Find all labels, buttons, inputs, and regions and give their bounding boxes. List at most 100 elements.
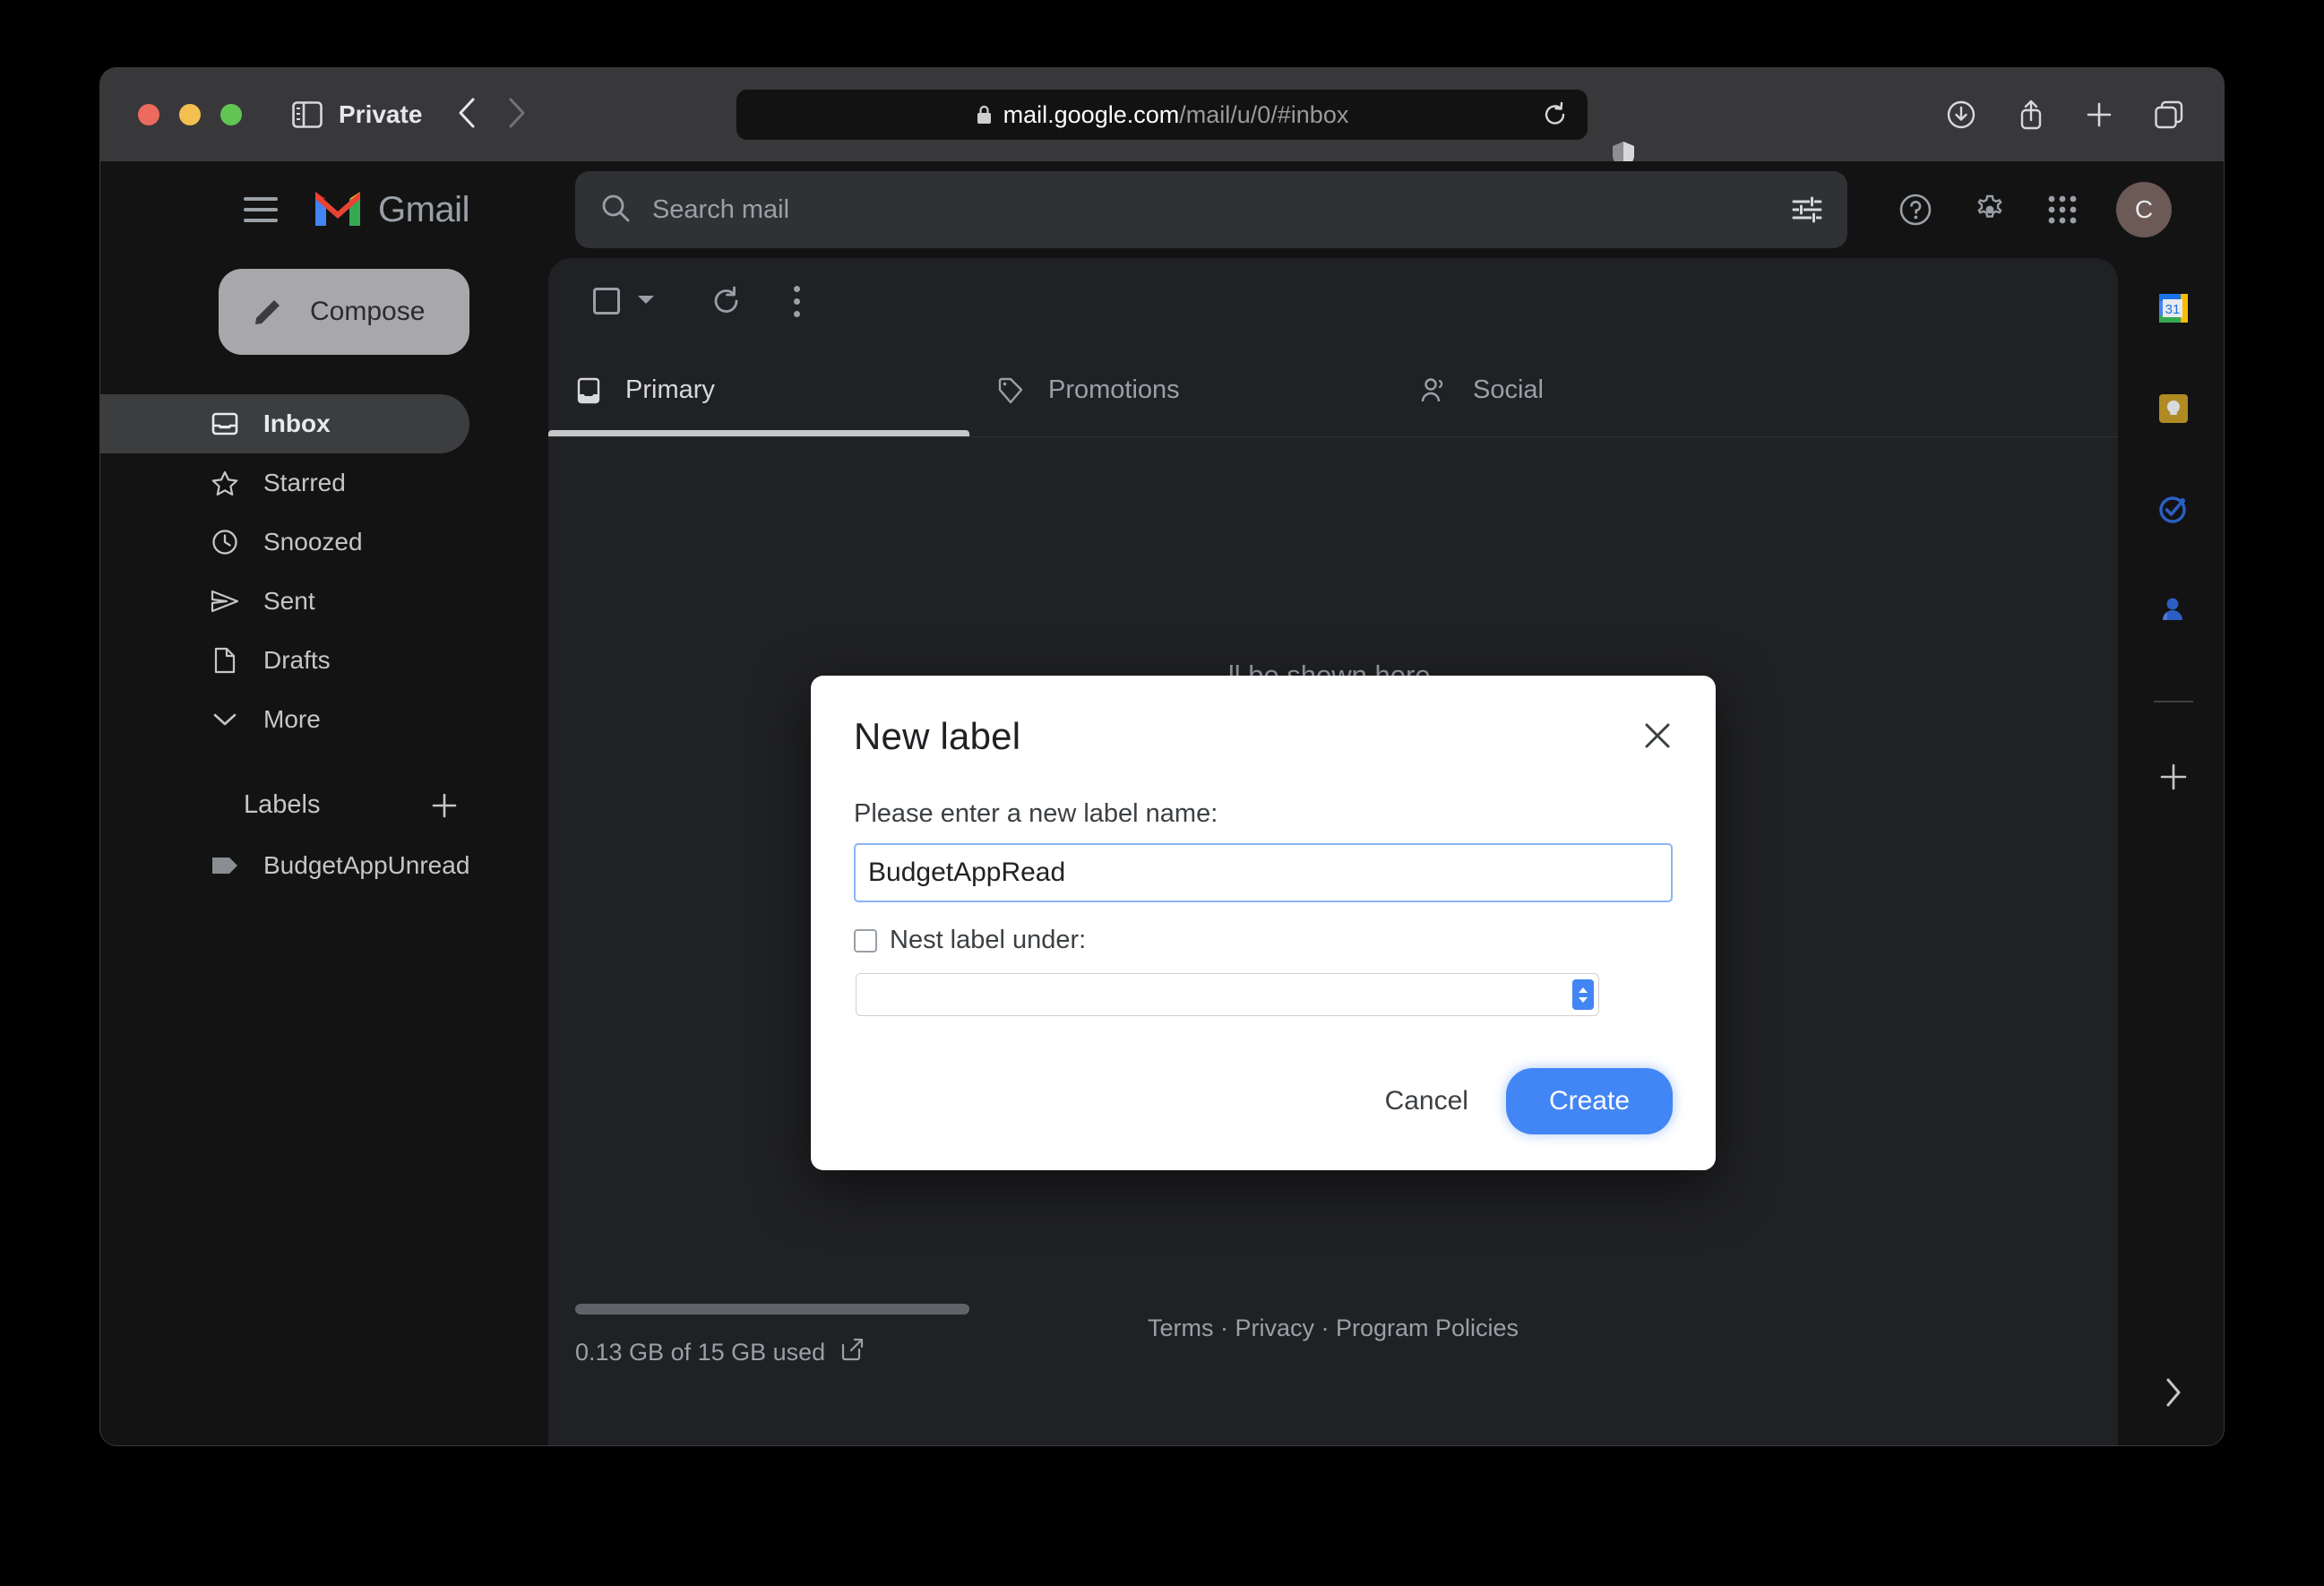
dialog-actions: Cancel Create <box>854 1068 1673 1134</box>
select-all-checkbox[interactable] <box>593 288 620 315</box>
mail-tabs: Primary Promotions <box>548 344 2118 437</box>
nest-parent-select-wrap <box>856 973 1599 1016</box>
sidebar-item-label: Snoozed <box>263 528 363 556</box>
reload-icon[interactable] <box>1543 101 1568 128</box>
sidebar-item-snoozed[interactable]: Snoozed <box>100 513 469 572</box>
address-bar-url: mail.google.com/mail/u/0/#inbox <box>1003 101 1349 129</box>
browser-toolbar-right <box>1946 99 2184 131</box>
search-input[interactable]: Search mail <box>575 171 1847 248</box>
more-vertical-icon[interactable] <box>794 286 800 317</box>
tab-label: Social <box>1473 375 1544 405</box>
storage-progress-bar <box>575 1304 969 1314</box>
nest-label-row[interactable]: Nest label under: <box>854 926 1673 955</box>
inbox-tab-icon <box>577 377 600 404</box>
google-contacts-icon[interactable] <box>2156 591 2191 627</box>
address-bar[interactable]: mail.google.com/mail/u/0/#inbox <box>736 90 1588 140</box>
rail-divider <box>2154 701 2193 702</box>
gmail-sidebar: Compose Inbox <box>100 258 548 1445</box>
tab-social[interactable]: Social <box>1390 344 1812 436</box>
gmail-header: Gmail Search mail <box>100 161 2224 258</box>
sidebar-item-more[interactable]: More <box>100 690 469 749</box>
send-icon <box>210 590 240 613</box>
sidebar-label-budgetappunread[interactable]: BudgetAppUnread <box>100 836 548 895</box>
sidebar-item-sent[interactable]: Sent <box>100 572 469 631</box>
chevron-down-icon <box>210 711 240 728</box>
dialog-header: New label <box>854 715 1673 758</box>
star-icon <box>210 470 240 496</box>
close-window-button[interactable] <box>138 104 159 125</box>
private-mode-label: Private <box>339 100 422 129</box>
nest-parent-select[interactable] <box>856 973 1599 1016</box>
gmail-wordmark: Gmail <box>378 190 469 230</box>
tab-label: Promotions <box>1048 375 1180 405</box>
sidebar-item-label: Starred <box>263 469 346 497</box>
refresh-icon[interactable] <box>711 286 742 316</box>
settings-gear-icon[interactable] <box>1971 191 2009 228</box>
external-link-icon[interactable] <box>841 1338 865 1367</box>
footer-link-terms[interactable]: Terms <box>1148 1314 1214 1341</box>
label-name-input[interactable] <box>854 843 1673 902</box>
sidebar-item-label: Sent <box>263 587 315 616</box>
compose-label: Compose <box>310 297 425 327</box>
search-icon <box>600 193 631 228</box>
footer-links: Terms · Privacy · Program Policies <box>1148 1314 1519 1342</box>
search-placeholder: Search mail <box>652 195 1792 225</box>
labels-title: Labels <box>244 790 430 820</box>
labels-section-header: Labels <box>100 790 548 820</box>
gmail-m-icon <box>312 188 364 232</box>
add-app-plus-icon[interactable] <box>2158 762 2189 792</box>
document-icon <box>210 647 240 674</box>
storage-usage-label: 0.13 GB of 15 GB used <box>575 1339 825 1366</box>
label-item-label: BudgetAppUnread <box>263 851 469 880</box>
expand-side-panel-chevron-right-icon[interactable] <box>2164 1377 2183 1408</box>
forward-button[interactable] <box>508 98 526 133</box>
footer-separator: · <box>1314 1314 1336 1341</box>
footer-separator: · <box>1213 1314 1235 1341</box>
label-tag-icon <box>210 855 240 876</box>
gmail-logo[interactable]: Gmail <box>312 188 469 232</box>
close-icon[interactable] <box>1642 720 1673 751</box>
avatar[interactable]: C <box>2116 182 2172 237</box>
footer-link-privacy[interactable]: Privacy <box>1235 1314 1314 1341</box>
gmail-app: Gmail Search mail <box>100 161 2224 1445</box>
minimize-window-button[interactable] <box>179 104 201 125</box>
google-calendar-icon[interactable]: 31 <box>2156 290 2191 326</box>
sidebar-toggle-icon[interactable] <box>292 101 323 128</box>
create-label-plus-icon[interactable] <box>430 791 459 820</box>
cancel-button[interactable]: Cancel <box>1355 1070 1499 1133</box>
nest-label-checkbox[interactable] <box>854 929 877 952</box>
sidebar-item-drafts[interactable]: Drafts <box>100 631 469 690</box>
hamburger-menu-icon[interactable] <box>244 197 278 222</box>
tab-overview-icon[interactable] <box>2154 100 2184 129</box>
google-apps-grid-icon[interactable] <box>2046 194 2079 226</box>
new-tab-icon[interactable] <box>2086 101 2113 128</box>
inbox-icon <box>210 411 240 436</box>
tab-primary[interactable]: Primary <box>548 344 969 436</box>
gmail-header-actions: C <box>1898 182 2188 237</box>
search-options-icon[interactable] <box>1792 196 1822 223</box>
browser-nav-arrows <box>458 98 526 133</box>
sidebar-item-inbox[interactable]: Inbox <box>100 394 469 453</box>
select-all-caret-down-icon[interactable] <box>636 293 656 310</box>
maximize-window-button[interactable] <box>220 104 242 125</box>
footer-link-program-policies[interactable]: Program Policies <box>1336 1314 1519 1341</box>
mail-list-toolbar <box>548 258 2118 344</box>
compose-button[interactable]: Compose <box>219 269 469 355</box>
dialog-title: New label <box>854 715 1642 758</box>
share-icon[interactable] <box>2018 99 2044 131</box>
pencil-icon <box>251 293 285 332</box>
google-keep-icon[interactable] <box>2156 391 2191 427</box>
tag-icon <box>998 377 1023 404</box>
download-icon[interactable] <box>1946 99 1976 130</box>
back-button[interactable] <box>458 98 476 133</box>
sidebar-item-label: Drafts <box>263 646 331 675</box>
tab-promotions[interactable]: Promotions <box>969 344 1390 436</box>
lock-icon <box>976 104 993 125</box>
url-path: /mail/u/0/#inbox <box>1179 101 1348 128</box>
google-tasks-icon[interactable] <box>2156 491 2191 527</box>
create-button[interactable]: Create <box>1506 1068 1673 1134</box>
tab-label: Primary <box>625 375 715 405</box>
browser-window: Private mail.google.com/mail/u/0/#inbox <box>100 68 2224 1445</box>
help-icon[interactable] <box>1898 192 1933 228</box>
sidebar-item-starred[interactable]: Starred <box>100 453 469 513</box>
